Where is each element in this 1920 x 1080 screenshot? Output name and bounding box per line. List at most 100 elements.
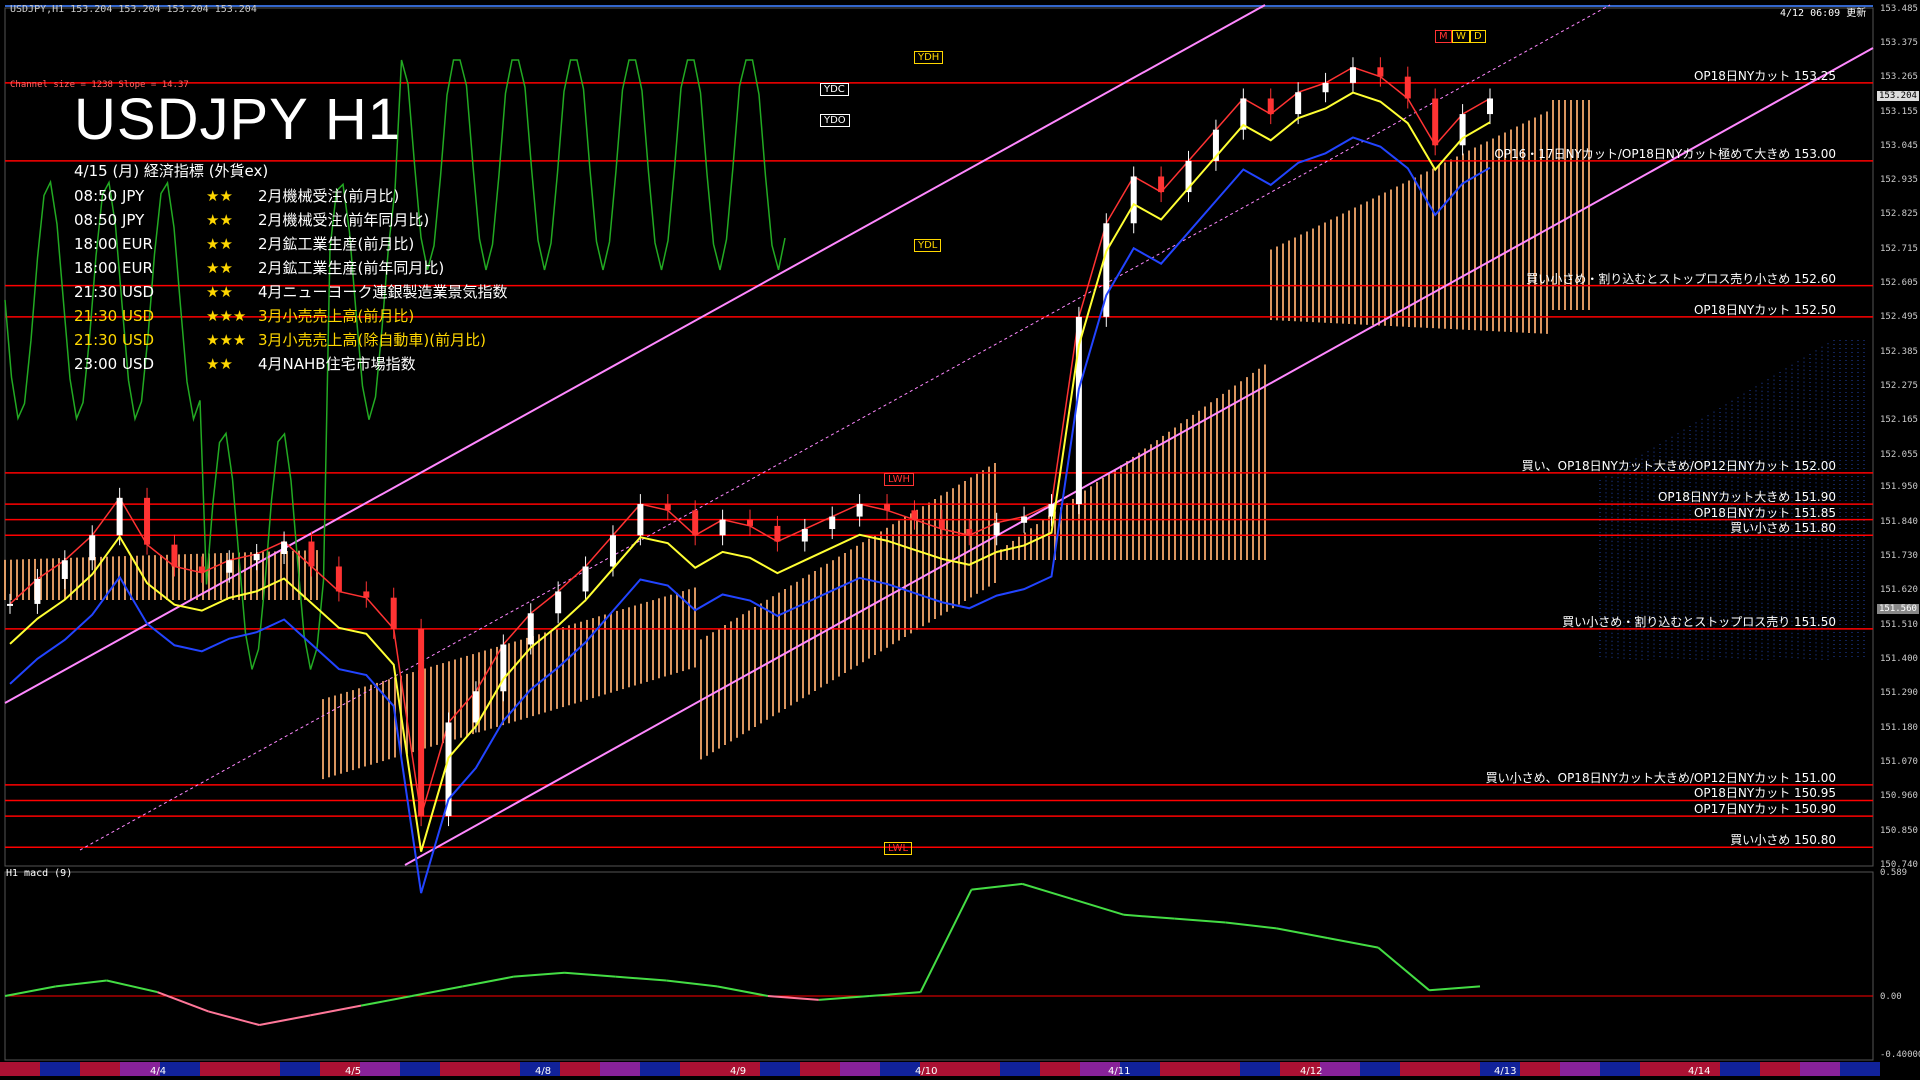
candle-body [1322, 82, 1329, 93]
calendar-time: 23:00 USD [74, 355, 155, 373]
price-tick: 153.485 [1880, 3, 1918, 14]
candle-body [609, 535, 616, 567]
macd-segment [767, 995, 819, 1001]
macd-segment [1327, 937, 1379, 949]
lwh-tag: LWH [884, 473, 915, 486]
price-tick: 151.620 [1880, 585, 1918, 596]
candle-body [527, 613, 534, 645]
timestamp: 4/12 06:09 更新 [1780, 8, 1867, 19]
candle-body [1021, 516, 1028, 523]
macd-segment [971, 882, 1023, 891]
candle-body [61, 560, 68, 579]
price-tick: 152.605 [1880, 278, 1918, 289]
candle-body [692, 510, 699, 536]
calendar-time: 21:30 USD [74, 331, 155, 349]
macd-segment [666, 979, 718, 988]
candle-body [308, 541, 315, 567]
calendar-row: 21:30 USD ★★ 4月ニューヨーク連銀製造業景気指数 [74, 280, 508, 304]
price-tick: 151.290 [1880, 688, 1918, 699]
d-tag: D [1470, 30, 1486, 43]
candle-body [829, 516, 836, 530]
level-note: OP18日NYカット 150.95 [1693, 786, 1836, 801]
price-tick: 152.825 [1880, 209, 1918, 220]
candle-body [7, 603, 13, 606]
price-tick: 151.840 [1880, 516, 1918, 527]
calendar-row: 08:50 JPY ★★ 2月機械受注(前年同月比) [74, 208, 508, 232]
chart-canvas [0, 4, 1880, 1076]
macd-segment [615, 975, 667, 982]
session-strip [600, 1062, 640, 1076]
calendar-time: 18:00 EUR [74, 259, 153, 277]
candle-body [144, 497, 151, 545]
macd-segment [564, 971, 616, 978]
macd-top: 0.589 [1880, 868, 1908, 878]
candle-body [664, 504, 671, 511]
candle-body [1130, 176, 1137, 224]
calendar-event: 2月機械受注(前年同月比) [258, 211, 430, 229]
price-tick: 153.265 [1880, 72, 1918, 83]
ydc-tag: YDC [820, 83, 849, 96]
session-strip [480, 1062, 520, 1076]
session-strip [1000, 1062, 1040, 1076]
session-strip [1840, 1062, 1880, 1076]
calendar-stars: ★★★ [206, 331, 247, 349]
calendar-event: 4月NAHB住宅市場指数 [258, 355, 416, 373]
session-strip [800, 1062, 840, 1076]
macd-segment [513, 971, 565, 978]
level-note: 買い小さめ 150.80 [1730, 833, 1836, 848]
ydo-tag: YDO [820, 114, 850, 127]
candle-body [774, 525, 781, 542]
macd-segment [818, 995, 870, 1001]
candle-body [472, 691, 479, 723]
candle-body [1377, 67, 1384, 77]
lwl-tag: LWL [884, 842, 913, 855]
macd-segment [4, 985, 57, 997]
level-note: OP18日NYカット 152.50 [1693, 302, 1836, 317]
level-note: 買い小さめ 151.80 [1730, 521, 1836, 536]
macd-segment [869, 991, 921, 997]
macd-segment [1021, 882, 1074, 901]
candle-body [938, 519, 945, 530]
session-strip [1160, 1062, 1200, 1076]
candle-body [198, 566, 205, 573]
calendar-stars: ★★ [206, 259, 233, 277]
ydh-tag: YDH [914, 51, 944, 64]
level-note: OP18日NYカット大きめ 151.90 [1657, 490, 1836, 505]
session-strip [1040, 1062, 1080, 1076]
session-strip [1600, 1062, 1640, 1076]
candle-body [363, 591, 370, 598]
level-note: OP16・17日NYカット/OP18日NYカット極めて大きめ 153.00 [1494, 146, 1836, 161]
candle-body [226, 560, 233, 573]
calendar-stars: ★★ [206, 283, 233, 301]
candle-body [856, 504, 863, 517]
candle-body [1158, 176, 1165, 193]
symbol-info: USDJPY,H1 153.204 153.204 153.204 153.20… [10, 4, 257, 15]
level-note: OP17日NYカット 150.90 [1693, 802, 1836, 817]
calendar-time: 08:50 JPY [74, 187, 145, 205]
macd-panel-frame [4, 871, 1874, 1061]
price-tick: 151.510 [1880, 619, 1918, 630]
date-tick: 4/5 [345, 1066, 362, 1077]
m-tag: M [1435, 30, 1452, 43]
session-strip [880, 1062, 920, 1076]
session-strip [1640, 1062, 1680, 1076]
candle-body [555, 591, 562, 614]
price-tick: 153.375 [1880, 37, 1918, 48]
macd-segment [1377, 946, 1430, 991]
macd-zero: 0.00 [1880, 992, 1902, 1002]
candle-body [582, 566, 589, 592]
w-tag: W [1452, 30, 1470, 43]
session-strip [1440, 1062, 1480, 1076]
macd-segment [716, 985, 769, 997]
level-note: 買い小さめ、OP18日NYカット大きめ/OP12日NYカット 151.00 [1485, 770, 1836, 785]
candle-body [34, 578, 41, 604]
calendar-heading: 4/15 (月) 経済指標 (外貨ex) [74, 162, 269, 180]
session-strip [1360, 1062, 1400, 1076]
candle-body [993, 522, 1000, 536]
candle-body [116, 497, 123, 536]
session-strip [840, 1062, 880, 1076]
price-tick: 152.935 [1880, 175, 1918, 186]
macd-label: H1 macd (9) [6, 868, 73, 879]
price-tick: 150.960 [1880, 791, 1918, 802]
level-note: OP18日NYカット 153.25 [1693, 68, 1836, 83]
